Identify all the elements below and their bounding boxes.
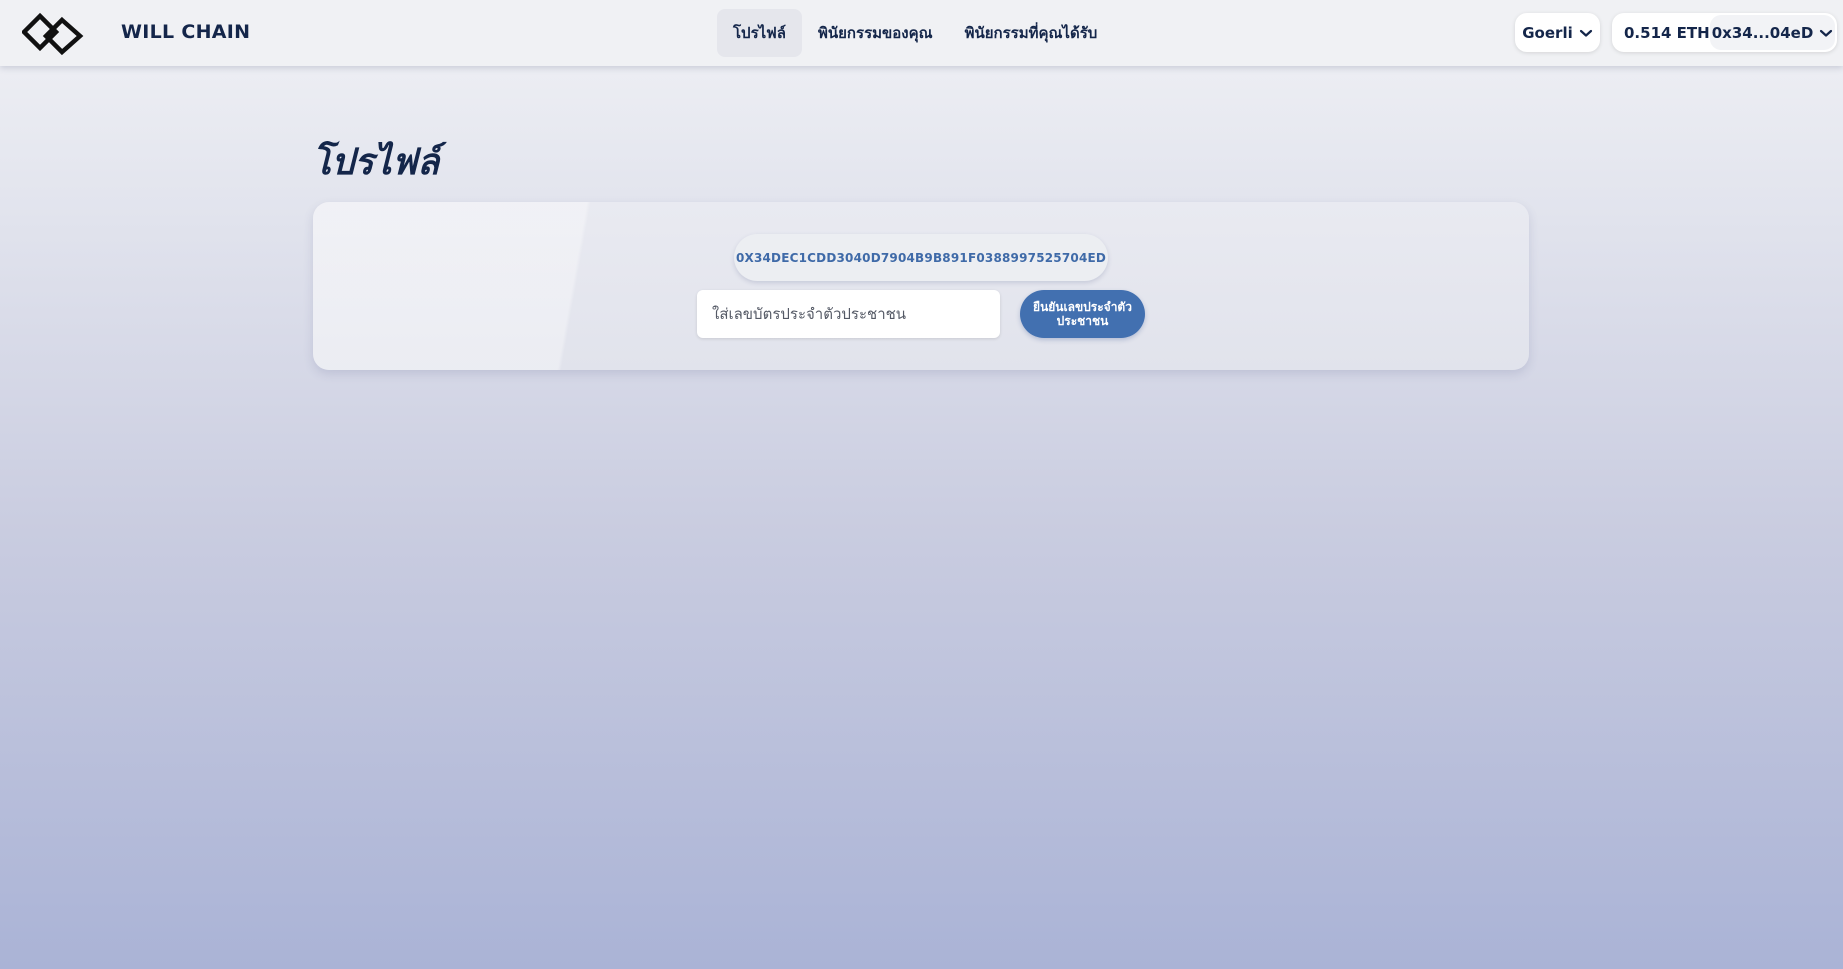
profile-card xyxy=(313,202,1529,370)
chevron-down-icon xyxy=(1579,29,1592,37)
eth-balance: 0.514 ETH xyxy=(1624,23,1710,42)
nav-item-received-wills[interactable]: พินัยกรรมที่คุณได้รับ xyxy=(949,9,1114,57)
account-address: 0x34...04eD xyxy=(1711,23,1814,42)
wallet-address-badge: 0X34DEC1CDD3040D7904B9B891F0388997525704… xyxy=(734,234,1108,281)
national-id-input[interactable] xyxy=(697,290,1000,338)
account-address-button[interactable]: 0x34...04eD xyxy=(1710,15,1835,50)
main-nav: โปรไฟล์ พินัยกรรมของคุณ พินัยกรรมที่คุณไ… xyxy=(717,9,1113,57)
top-navbar: WILL CHAIN โปรไฟล์ พินัยกรรมของคุณ พินัย… xyxy=(0,0,1843,66)
network-selector-button[interactable]: Goerli xyxy=(1515,13,1600,52)
confirm-national-id-button[interactable]: ยืนยันเลขประจำตัวประชาชน xyxy=(1020,290,1145,338)
chevron-down-icon xyxy=(1820,29,1833,37)
account-widget: 0.514 ETH 0x34...04eD xyxy=(1612,13,1837,52)
brand-name[interactable]: WILL CHAIN xyxy=(121,21,250,43)
page-title: โปรไฟล์ xyxy=(312,142,440,183)
nav-item-your-wills[interactable]: พินัยกรรมของคุณ xyxy=(802,9,949,57)
will-chain-logo-icon[interactable] xyxy=(22,12,84,56)
network-name: Goerli xyxy=(1522,23,1573,42)
nav-item-profile[interactable]: โปรไฟล์ xyxy=(717,9,802,57)
